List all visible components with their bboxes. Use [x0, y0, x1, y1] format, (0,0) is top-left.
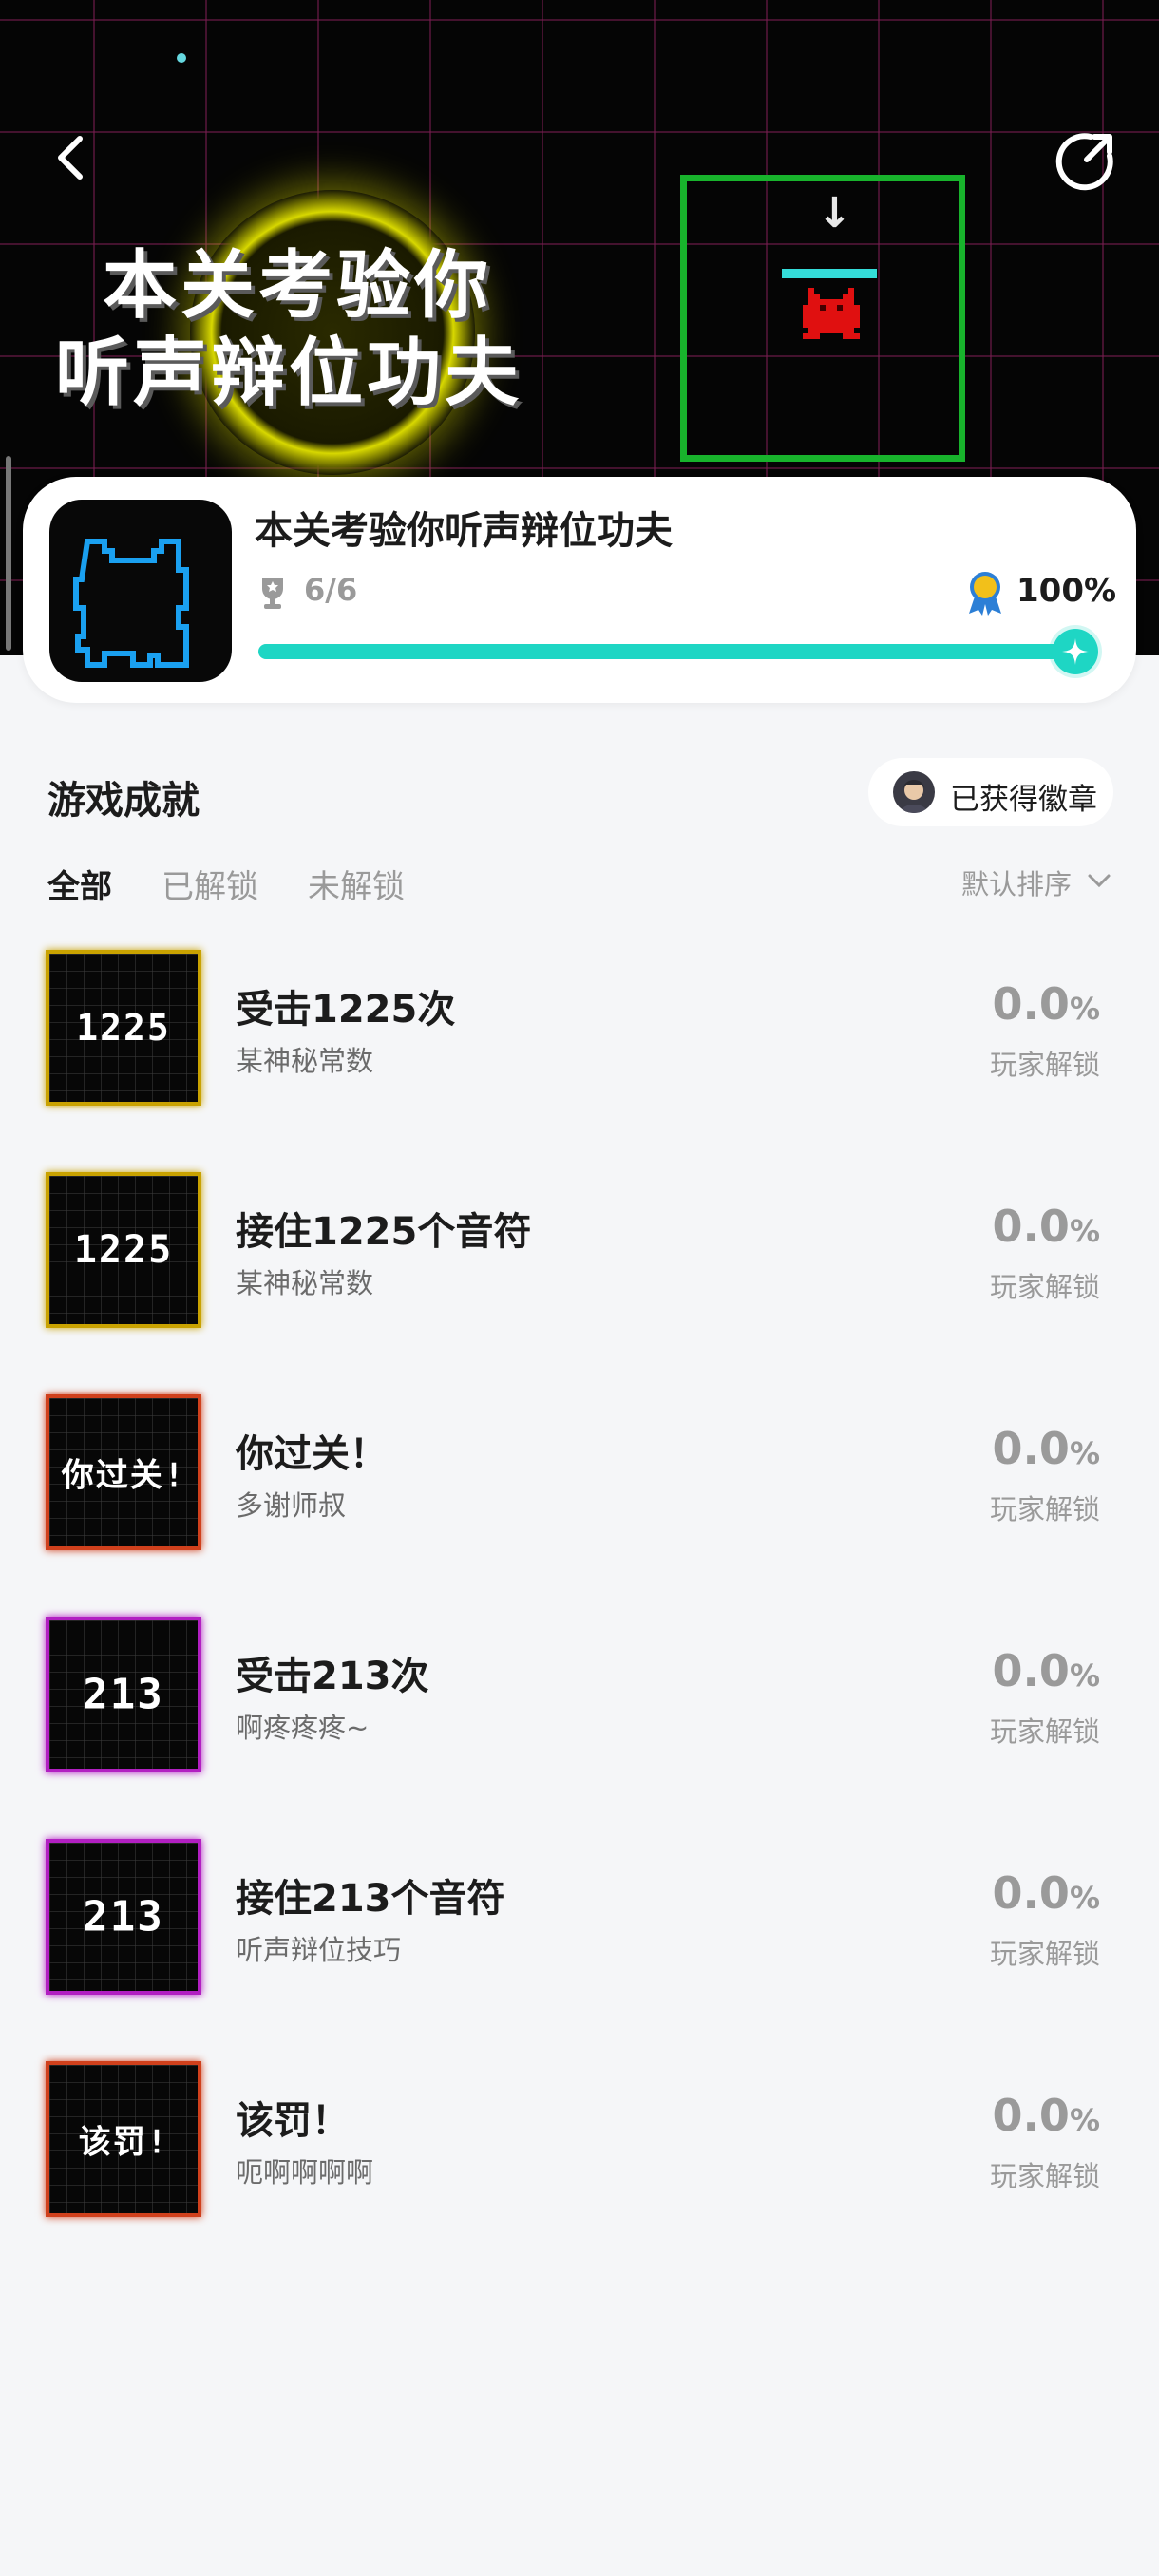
achievement-item[interactable]: 该罚! 该罚！ 呃啊啊啊啊 0.0% 玩家解锁 [0, 2061, 1159, 2232]
unlock-rate-value: 0.0 [992, 1645, 1070, 1696]
unlock-rate-percent: % [1069, 991, 1100, 1027]
progress-percent: 100% [1016, 572, 1117, 610]
progress-bar [258, 644, 1092, 659]
chevron-down-icon[interactable] [1087, 872, 1112, 889]
achievement-title: 受击1225次 [236, 988, 456, 1032]
unlock-label: 玩家解锁 [989, 1715, 1100, 1748]
unlock-rate: 0.0% [992, 1645, 1100, 1696]
unlock-rate: 0.0% [992, 1423, 1100, 1474]
achievement-title: 受击213次 [236, 1655, 429, 1698]
unlock-rate-percent: % [1069, 1880, 1100, 1916]
thumbnail-text: 你过关! [61, 1456, 186, 1495]
hero-title: 本关考验你 听声辩位功夫 [55, 242, 625, 417]
unlock-rate: 0.0% [992, 1867, 1100, 1919]
section-title: 游戏成就 [48, 779, 200, 823]
unlock-rate-value: 0.0 [992, 978, 1070, 1030]
unlock-label: 玩家解锁 [989, 1493, 1100, 1525]
achievement-thumbnail: 1225 [46, 950, 201, 1106]
tab-unlocked[interactable]: 已解锁 [162, 861, 258, 907]
thumbnail-text: 1225 [73, 1228, 174, 1272]
back-icon[interactable] [44, 129, 101, 186]
game-preview-box: ↓ [680, 175, 965, 462]
achievement-description: 呃啊啊啊啊 [236, 2156, 374, 2188]
hero-title-line1: 本关考验你 [103, 243, 493, 329]
trophy-count: 6/6 [304, 572, 358, 608]
achievement-description: 某神秘常数 [236, 1267, 374, 1299]
pixel-cat-icon [73, 539, 189, 668]
avatar [893, 771, 935, 813]
unlock-label: 玩家解锁 [989, 1938, 1100, 1970]
unlock-label: 玩家解锁 [989, 1271, 1100, 1303]
achievement-thumbnail: 213 [46, 1839, 201, 1995]
earned-badges-label: 已获得徽章 [950, 783, 1097, 817]
tab-all[interactable]: 全部 [48, 861, 112, 907]
unlock-label: 玩家解锁 [989, 1049, 1100, 1081]
achievement-description: 啊疼疼疼~ [236, 1712, 370, 1744]
achievement-item[interactable]: 1225 接住1225个音符某神秘常数 0.0% 玩家解锁 [0, 1172, 1159, 1343]
achievement-description: 听声辩位技巧 [236, 1934, 402, 1966]
unlock-rate: 0.0% [992, 2090, 1100, 2141]
trophy-icon [262, 578, 283, 609]
share-icon[interactable] [1053, 129, 1117, 194]
game-icon[interactable] [49, 500, 232, 682]
hero-title-line2: 听声辩位功夫 [55, 331, 523, 416]
unlock-rate-percent: % [1069, 1435, 1100, 1471]
achievement-description: 多谢师叔 [236, 1489, 347, 1522]
thumbnail-text: 该罚! [78, 2123, 169, 2162]
game-name: 本关考验你听声辩位功夫 [255, 509, 673, 553]
unlock-rate-percent: % [1069, 2102, 1100, 2138]
achievement-thumbnail: 1225 [46, 1172, 201, 1328]
achievement-item[interactable]: 你过关! 你过关！ 多谢师叔 0.0% 玩家解锁 [0, 1394, 1159, 1565]
game-info-card: 本关考验你听声辩位功夫 6/6 100% [23, 477, 1136, 703]
earned-badges-button[interactable]: 已获得徽章 [868, 758, 1113, 826]
decor-dot [177, 53, 186, 63]
unlock-rate-percent: % [1069, 1657, 1100, 1694]
achievement-title: 你过关！ [236, 1432, 388, 1476]
unlock-rate: 0.0% [992, 978, 1100, 1030]
achievement-thumbnail: 你过关! [46, 1394, 201, 1550]
medal-icon [969, 572, 1001, 616]
achievement-description: 某神秘常数 [236, 1045, 374, 1077]
unlock-label: 玩家解锁 [989, 2160, 1100, 2192]
achievement-thumbnail: 该罚! [46, 2061, 201, 2217]
achievement-thumbnail: 213 [46, 1617, 201, 1772]
unlock-rate-value: 0.0 [992, 1423, 1070, 1474]
sort-dropdown[interactable]: 默认排序 [961, 862, 1072, 902]
unlock-rate-value: 0.0 [992, 1201, 1070, 1252]
unlock-rate-value: 0.0 [992, 2090, 1070, 2141]
achievement-item[interactable]: 213 受击213次啊疼疼疼~ 0.0% 玩家解锁 [0, 1617, 1159, 1788]
unlock-rate: 0.0% [992, 1201, 1100, 1252]
thumbnail-text: 213 [83, 1670, 164, 1719]
achievement-title: 接住213个音符 [236, 1877, 505, 1921]
thumbnail-text: 1225 [76, 1007, 171, 1049]
tab-locked[interactable]: 未解锁 [308, 861, 405, 907]
scroll-indicator [6, 456, 11, 651]
thumbnail-text: 213 [83, 1892, 164, 1941]
unlock-rate-percent: % [1069, 1213, 1100, 1249]
unlock-rate-value: 0.0 [992, 1867, 1070, 1919]
achievement-item[interactable]: 213 接住213个音符听声辩位技巧 0.0% 玩家解锁 [0, 1839, 1159, 2010]
achievement-title: 接住1225个音符 [236, 1210, 532, 1254]
progress-knob [1053, 629, 1098, 674]
progress-fill [258, 644, 1092, 659]
cat-sprite-icon [803, 288, 860, 339]
down-arrow-icon: ↓ [817, 189, 852, 237]
achievement-item[interactable]: 1225 受击1225次某神秘常数 0.0% 玩家解锁 [0, 950, 1159, 1121]
catch-bar [782, 269, 877, 278]
achievement-title: 该罚！ [236, 2099, 350, 2143]
sparkle-icon [1062, 638, 1089, 665]
